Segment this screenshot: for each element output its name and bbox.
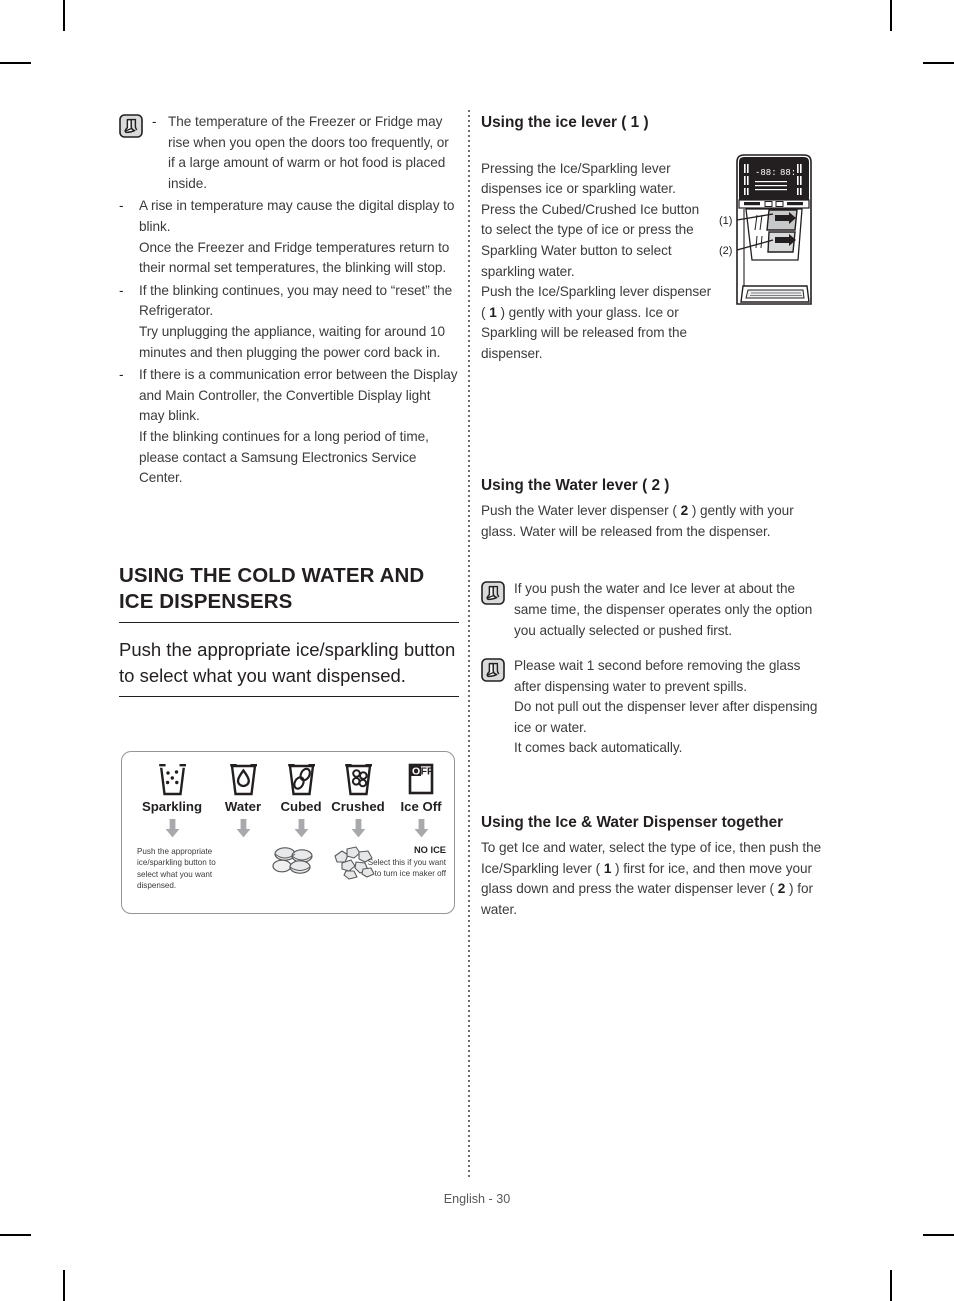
option-sparkling[interactable]: Sparkling (136, 763, 208, 838)
option-label: Ice Off (400, 799, 442, 814)
ice-off-icon: O FF (390, 763, 452, 797)
note-pen-icon (119, 114, 143, 138)
list-item: - If there is a communication error betw… (119, 365, 459, 489)
subtitle-divider (119, 695, 459, 697)
note-wait-one-second: Please wait 1 second before removing the… (481, 656, 825, 759)
note-pen-icon (481, 658, 505, 682)
paragraph: Push the Water lever dispenser ( 2 ) gen… (481, 503, 794, 539)
text-ice-lever: Pressing the Ice/Sparkling lever dispens… (481, 138, 713, 385)
dash-marker: - (119, 198, 124, 214)
note-pen-icon (481, 581, 505, 606)
left-column: - The temperature of the Freezer or Frid… (119, 112, 459, 697)
list-item-text: If the blinking continues, you may need … (139, 282, 453, 360)
svg-text:O: O (412, 766, 420, 778)
crop-mark-bottom-left-horizontal (0, 1234, 31, 1236)
page-footer: English - 30 (443, 1192, 511, 1206)
option-ice-off[interactable]: O FF Ice Off (390, 763, 452, 838)
down-arrow-icon (136, 819, 208, 838)
display-left-value: -88: (755, 168, 777, 178)
crop-mark-bottom-right-vertical (890, 1270, 892, 1301)
note-list-item: - The temperature of the Freezer or Frid… (152, 112, 459, 194)
note-temperature-rise: - The temperature of the Freezer or Frid… (119, 112, 459, 194)
callout-1-label: (1) (719, 215, 732, 227)
dash-marker: - (119, 367, 124, 383)
dash-marker: - (119, 282, 124, 298)
column-divider (468, 110, 470, 1180)
crop-mark-top-right-vertical (890, 0, 892, 31)
note-simultaneous-push: If you push the water and Ice lever at a… (481, 579, 825, 641)
list-item-text: A rise in temperature may cause the digi… (139, 198, 455, 276)
note-body: - The temperature of the Freezer or Frid… (152, 112, 459, 194)
crop-mark-top-left-vertical (63, 0, 65, 31)
option-columns: Sparkling Water Cubed Crushed O FF Ice O… (122, 752, 454, 913)
manual-page: - The temperature of the Freezer or Frid… (0, 0, 954, 1301)
page-title: USING THE COLD WATER AND ICE DISPENSERS (119, 563, 425, 613)
troubleshooting-list: - A rise in temperature may cause the di… (119, 196, 459, 488)
dash-marker: - (152, 114, 157, 129)
note-item-text: The temperature of the Freezer or Fridge… (168, 114, 449, 191)
text-water-lever: Push the Water lever dispenser ( 2 ) gen… (481, 501, 825, 542)
title-divider (119, 621, 459, 623)
callout-2-label: (2) (719, 245, 732, 257)
paragraph: Pressing the Ice/Sparkling lever dispens… (481, 160, 712, 361)
option-label: Sparkling (141, 799, 203, 814)
list-item-text: If there is a communication error betwee… (139, 367, 458, 486)
paragraph: To get Ice and water, select the type of… (481, 840, 822, 917)
glass-crushed-ice-icon (322, 763, 394, 797)
heading-water-lever: Using the Water lever ( 2 ) (481, 477, 670, 495)
cubed-ice-pile-icon (271, 845, 317, 888)
refrigerator-dispenser-illustration: -88: 88: (1) (2) (719, 152, 825, 317)
svg-text:FF: FF (421, 766, 434, 778)
option-crushed[interactable]: Crushed (322, 763, 394, 838)
section-subtitle: Push the appropriate ice/sparkling butto… (119, 638, 456, 687)
heading-together: Using the Ice & Water Dispenser together (481, 814, 784, 832)
text-together: To get Ice and water, select the type of… (481, 838, 825, 920)
no-ice-title: NO ICE (413, 845, 446, 855)
crop-mark-top-left-horizontal (0, 62, 31, 64)
glass-sparkling-icon (136, 763, 208, 797)
down-arrow-icon (390, 819, 452, 838)
crop-mark-bottom-right-horizontal (923, 1234, 954, 1236)
dispenser-option-diagram: Sparkling Water Cubed Crushed O FF Ice O… (121, 751, 455, 914)
heading-ice-lever: Using the ice lever ( 1 ) (481, 114, 649, 131)
no-ice-caption: Select this if you want to turn ice make… (367, 858, 446, 879)
crop-mark-top-right-horizontal (923, 62, 954, 64)
down-arrow-icon (322, 819, 394, 838)
option-label: Crushed (331, 799, 385, 814)
note-text: If you push the water and Ice lever at a… (514, 581, 813, 638)
list-item: - A rise in temperature may cause the di… (119, 196, 459, 278)
note-text: Please wait 1 second before removing the… (514, 658, 818, 756)
option-caption-left: Push the appropriate ice/sparkling butto… (137, 847, 216, 891)
list-item: - If the blinking continues, you may nee… (119, 281, 459, 363)
crop-mark-bottom-left-vertical (63, 1270, 65, 1301)
display-right-value: 88: (780, 168, 796, 178)
